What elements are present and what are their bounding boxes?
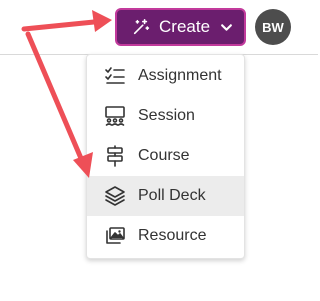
create-dropdown-menu: Assignment Session Course Poll Deck Reso… <box>86 54 245 259</box>
presentation-audience-icon <box>104 105 126 127</box>
menu-item-label: Assignment <box>138 67 222 84</box>
menu-item-label: Poll Deck <box>138 187 206 204</box>
avatar-initials: BW <box>262 19 284 35</box>
create-button[interactable]: Create <box>115 8 246 46</box>
menu-item-session[interactable]: Session <box>87 96 244 136</box>
create-button-label: Create <box>159 17 211 36</box>
magic-wand-icon <box>133 18 150 35</box>
layers-stack-icon <box>104 185 126 207</box>
menu-item-label: Resource <box>138 227 207 244</box>
signpost-icon <box>104 145 126 167</box>
images-icon <box>104 225 126 247</box>
menu-item-course[interactable]: Course <box>87 136 244 176</box>
chevron-down-icon <box>221 23 232 31</box>
menu-item-poll-deck[interactable]: Poll Deck <box>87 176 244 216</box>
menu-item-label: Session <box>138 107 195 124</box>
avatar[interactable]: BW <box>255 9 291 45</box>
menu-item-label: Course <box>138 147 190 164</box>
menu-item-resource[interactable]: Resource <box>87 216 244 256</box>
menu-item-assignment[interactable]: Assignment <box>87 56 244 96</box>
checklist-icon <box>104 65 126 87</box>
